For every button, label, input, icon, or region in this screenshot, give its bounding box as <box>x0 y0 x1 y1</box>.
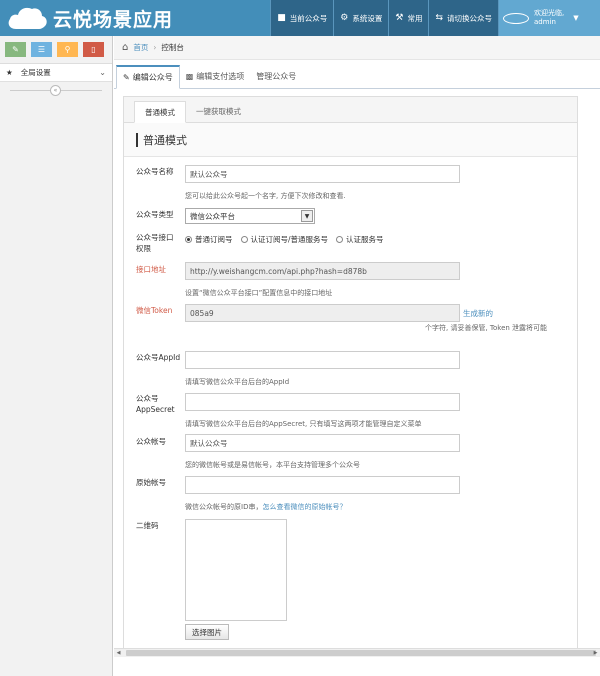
scroll-left-icon[interactable]: ◀ <box>114 649 123 657</box>
account-help: 您的微信帐号或是易信帐号，本平台支持管理多个公众号 <box>185 461 360 469</box>
tab-edit-payment[interactable]: ▩ 编辑支付选项 <box>180 64 251 88</box>
generate-token-link[interactable]: 生成新的 <box>463 308 493 319</box>
breadcrumb-separator: › <box>153 43 157 52</box>
token-label: 微信Token <box>136 306 173 315</box>
api-url-help: 设置“微信公众平台接口”配置信息中的接口地址 <box>185 289 333 297</box>
brand-name: 云悦场景应用 <box>53 8 174 31</box>
star-icon: ★ <box>6 68 13 77</box>
current-account-button[interactable]: ■ 当前公众号 <box>270 0 334 36</box>
account-input[interactable]: 默认公众号 <box>185 434 460 452</box>
tab-manage-accounts[interactable]: 管理公众号 <box>250 64 302 88</box>
edit-icon: ✎ <box>123 73 130 82</box>
section-title: 普通模式 <box>143 133 187 147</box>
scrollbar-thumb[interactable] <box>126 650 596 656</box>
appid-label: 公众号AppId <box>136 353 181 362</box>
origin-help: 微信公众帐号的原ID串，怎么查看微信的原始帐号？ <box>185 503 347 511</box>
search-shortcut-button[interactable]: ⚲ <box>57 42 78 57</box>
radio-verified-subscription[interactable]: 认证订阅号/普通服务号 <box>240 234 328 245</box>
mode-tabs: 普通模式 一键获取模式 <box>124 97 577 123</box>
home-icon: ⌂ <box>122 42 129 53</box>
interface-label-2: 权限 <box>136 244 151 253</box>
username: admin <box>534 18 556 26</box>
radio-normal-subscription[interactable]: 普通订阅号 <box>185 234 233 245</box>
cloud-icon <box>8 7 47 29</box>
qr-code-preview <box>185 519 287 621</box>
dropdown-arrow-icon: ▼ <box>301 210 313 222</box>
radio-verified-service[interactable]: 认证服务号 <box>336 234 384 245</box>
view-origin-account-link[interactable]: 怎么查看微信的原始帐号？ <box>262 503 346 511</box>
appsecret-input[interactable] <box>185 393 460 411</box>
sidebar-item-global-settings[interactable]: ★ 全局设置 ⌄ <box>0 64 112 82</box>
appsecret-help: 请填写微信公众平台后台的AppSecret, 只有填写这两项才能管理自定义菜单 <box>185 420 422 428</box>
money-icon: ▩ <box>185 71 194 81</box>
name-label: 公众号名称 <box>136 167 174 176</box>
trash-icon: ▯ <box>91 45 96 54</box>
appid-input[interactable] <box>185 351 460 369</box>
api-url-label: 接口地址 <box>136 265 166 274</box>
appid-help: 请填写微信公众平台后台的AppId <box>185 378 290 386</box>
interface-label-1: 公众号接口 <box>136 233 174 242</box>
switch-account-button[interactable]: ⇆ 请切换公众号 <box>428 0 498 36</box>
gear-icon: ⚙ <box>340 13 349 23</box>
trash-shortcut-button[interactable]: ▯ <box>83 42 104 57</box>
welcome-text: 欢迎光临, <box>534 9 565 17</box>
sidebar-collapse-button[interactable]: « <box>50 85 61 96</box>
user-icon: ■ <box>277 13 286 23</box>
chevron-down-icon: ⌄ <box>99 68 106 77</box>
tab-one-click-mode[interactable]: 一键获取模式 <box>186 100 251 122</box>
origin-input[interactable] <box>185 476 460 494</box>
list-icon: ☰ <box>37 45 46 54</box>
account-label: 公众帐号 <box>136 437 166 446</box>
system-settings-button[interactable]: ⚙ 系统设置 <box>333 0 389 36</box>
name-help: 您可以给此公众号起一个名字, 方便下次修改和查看. <box>185 192 346 200</box>
user-menu[interactable]: 欢迎光临, admin ▼ <box>498 0 600 36</box>
breadcrumb: ⌂ 首页 › 控制台 <box>114 36 600 60</box>
top-tabs: ✎ 编辑公众号 ▩ 编辑支付选项 管理公众号 <box>114 60 600 89</box>
tab-normal-mode[interactable]: 普通模式 <box>134 101 186 123</box>
common-button[interactable]: ⚒ 常用 <box>388 0 429 36</box>
sidebar-collapse-row: « <box>0 82 112 100</box>
main-panel: 普通模式 一键获取模式 普通模式 公众号名称 默认公众号 您可以给此公众号起一个… <box>123 96 578 656</box>
caret-down-icon: ▼ <box>573 14 579 22</box>
appsecret-label-1: 公众号 <box>136 394 159 403</box>
brand-logo[interactable]: 云悦场景应用 <box>6 5 173 31</box>
appsecret-label-2: AppSecret <box>136 405 175 414</box>
token-input[interactable]: 085a9 <box>185 304 460 322</box>
avatar <box>503 12 529 24</box>
sidebar: ✎ ☰ ⚲ ▯ ★ 全局设置 ⌄ « <box>0 36 113 676</box>
search-icon: ⚲ <box>64 45 71 54</box>
top-navbar: 云悦场景应用 ■ 当前公众号 ⚙ 系统设置 ⚒ 常用 ⇆ 请切换公众号 欢迎光临… <box>0 0 600 36</box>
sidebar-shortcuts: ✎ ☰ ⚲ ▯ <box>0 36 112 64</box>
choose-image-button[interactable]: 选择图片 <box>185 624 229 640</box>
wrench-icon: ⚒ <box>395 13 404 23</box>
api-url-input[interactable]: http://y.weishangcm.com/api.php?hash=d87… <box>185 262 460 280</box>
breadcrumb-current: 控制台 <box>161 43 184 52</box>
type-label: 公众号类型 <box>136 210 174 219</box>
token-help: 个字符, 请妥善保管, Token 泄露将可能 <box>425 324 548 332</box>
horizontal-scrollbar[interactable]: ◀ ▶ <box>114 648 600 657</box>
scroll-right-icon[interactable]: ▶ <box>591 649 600 657</box>
pencil-icon: ✎ <box>12 45 19 54</box>
breadcrumb-home-link[interactable]: 首页 <box>133 42 148 53</box>
exchange-icon: ⇆ <box>435 13 443 23</box>
qr-label: 二维码 <box>136 521 159 530</box>
account-type-select[interactable]: 微信公众平台 ▼ <box>185 208 315 224</box>
tab-edit-account[interactable]: ✎ 编辑公众号 <box>116 65 180 89</box>
list-shortcut-button[interactable]: ☰ <box>31 42 52 57</box>
pencil-shortcut-button[interactable]: ✎ <box>5 42 26 57</box>
origin-label: 原始帐号 <box>136 478 166 487</box>
double-chevron-left-icon: « <box>53 87 58 94</box>
account-name-input[interactable]: 默认公众号 <box>185 165 460 183</box>
section-header: 普通模式 <box>124 123 577 157</box>
